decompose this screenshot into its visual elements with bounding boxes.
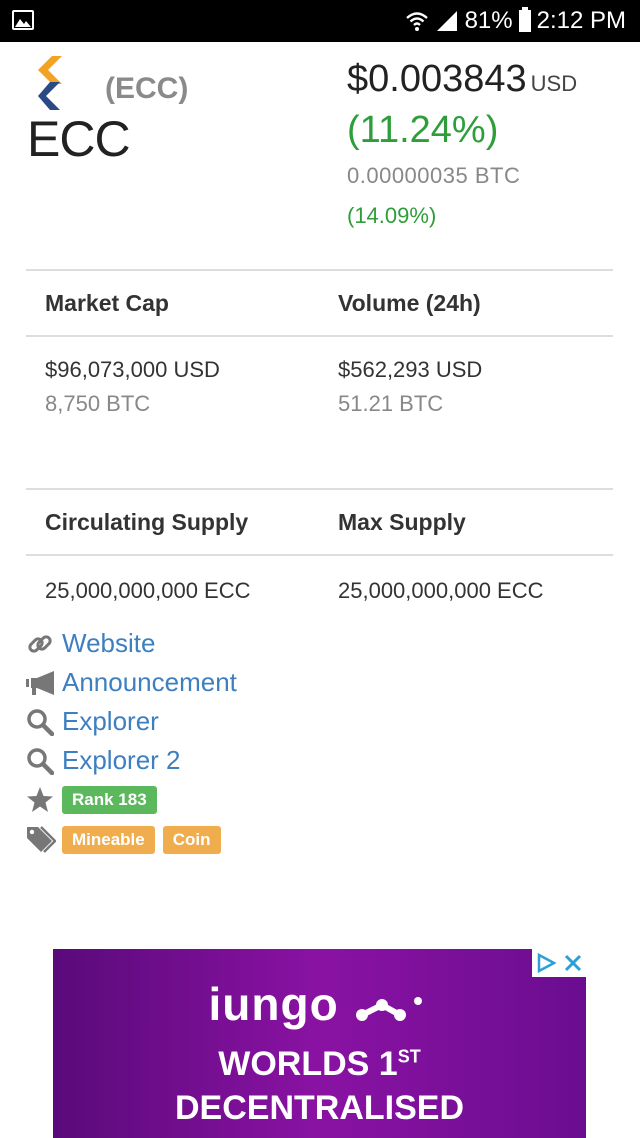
volume-label: Volume (24h) <box>338 289 481 316</box>
stats-header-row: Market Cap Volume (24h) <box>26 271 613 335</box>
battery-icon <box>518 7 531 32</box>
ad-choices[interactable] <box>532 949 586 977</box>
market-cap-usd: $96,073,000 USD <box>45 357 220 382</box>
market-cap-label: Market Cap <box>45 289 169 316</box>
tag-coin: Coin <box>162 826 221 854</box>
volume-btc: 51.21 BTC <box>338 391 444 416</box>
rank-row: Rank 183 <box>26 780 237 820</box>
link-website-label[interactable]: Website <box>62 628 155 659</box>
clock: 2:12 PM <box>536 7 626 34</box>
status-bar: 81% 2:12 PM <box>0 0 640 42</box>
ad-brand: iungo <box>53 977 586 1031</box>
close-icon[interactable] <box>564 954 582 972</box>
ad-headline-2: DECENTRALISED <box>174 1089 465 1127</box>
ad-headline-1-text: WORLDS 1 <box>218 1045 398 1083</box>
price-currency: USD <box>530 71 578 96</box>
circulating-supply-label: Circulating Supply <box>45 508 249 535</box>
supply-header-row: Circulating Supply Max Supply <box>26 490 613 554</box>
wifi-icon <box>405 12 428 31</box>
link-announcement[interactable]: Announcement <box>26 663 237 702</box>
status-right: 81% 2:12 PM <box>405 6 626 36</box>
max-supply-value: 25,000,000,000 ECC <box>338 578 544 603</box>
price-change-btc: (14.09%) <box>347 203 437 228</box>
coin-name: ECC <box>27 111 131 167</box>
star-icon <box>26 787 56 813</box>
price-btc: 0.00000035 BTC <box>347 163 521 188</box>
market-cap-cell: $96,073,000 USD 8,750 BTC <box>26 357 319 417</box>
supply-value-row: 25,000,000,000 ECC 25,000,000,000 ECC <box>26 556 613 604</box>
link-explorer-label[interactable]: Explorer <box>62 706 159 737</box>
link-website[interactable]: Website <box>26 624 237 663</box>
search-icon <box>26 707 56 737</box>
ecc-logo-icon <box>38 56 62 110</box>
price-usd: $0.003843 <box>347 58 527 100</box>
link-explorer-2-label[interactable]: Explorer 2 <box>62 745 181 776</box>
price-block: $0.003843 USD (11.24%) 0.00000035 BTC (14… <box>347 56 627 229</box>
tags-icon <box>26 826 56 854</box>
gallery-notification-icon <box>12 10 34 30</box>
link-icon <box>26 629 56 659</box>
link-explorer-2[interactable]: Explorer 2 <box>26 741 237 780</box>
coin-links: Website Announcement Explorer Explorer 2… <box>26 624 237 860</box>
max-supply-label: Max Supply <box>338 508 466 535</box>
link-explorer[interactable]: Explorer <box>26 702 237 741</box>
ad-brand-text: iungo <box>208 978 339 1030</box>
link-announcement-label[interactable]: Announcement <box>62 667 237 698</box>
coin-symbol: (ECC) <box>105 72 189 105</box>
bullhorn-icon <box>26 668 56 698</box>
signal-icon <box>436 11 457 31</box>
stats-value-row: $96,073,000 USD 8,750 BTC $562,293 USD 5… <box>26 337 613 417</box>
supply-stats-table: Circulating Supply Max Supply 25,000,000… <box>26 488 613 604</box>
ad-banner[interactable]: iungo WORLDS 1ST DECENTRALISED <box>53 949 586 1138</box>
volume-usd: $562,293 USD <box>338 357 483 382</box>
market-stats-table: Market Cap Volume (24h) $96,073,000 USD … <box>26 269 613 417</box>
price-usd-row: $0.003843 USD <box>347 56 627 107</box>
ad-brand-mark-icon <box>356 996 423 1021</box>
tags-row: Mineable Coin <box>26 820 237 860</box>
battery-percent: 81% <box>464 7 513 34</box>
circulating-supply-value: 25,000,000,000 ECC <box>45 578 251 603</box>
tag-mineable: Mineable <box>62 826 155 854</box>
rank-badge: Rank 183 <box>62 786 157 814</box>
market-cap-btc: 8,750 BTC <box>45 391 151 416</box>
ad-headline-1: WORLDS 1ST <box>53 1045 586 1084</box>
adchoices-icon[interactable] <box>536 953 556 973</box>
search-icon <box>26 746 56 776</box>
ad-headline-1-sup: ST <box>397 1046 421 1067</box>
price-change-usd: (11.24%) <box>347 109 499 151</box>
volume-cell: $562,293 USD 51.21 BTC <box>319 357 612 417</box>
